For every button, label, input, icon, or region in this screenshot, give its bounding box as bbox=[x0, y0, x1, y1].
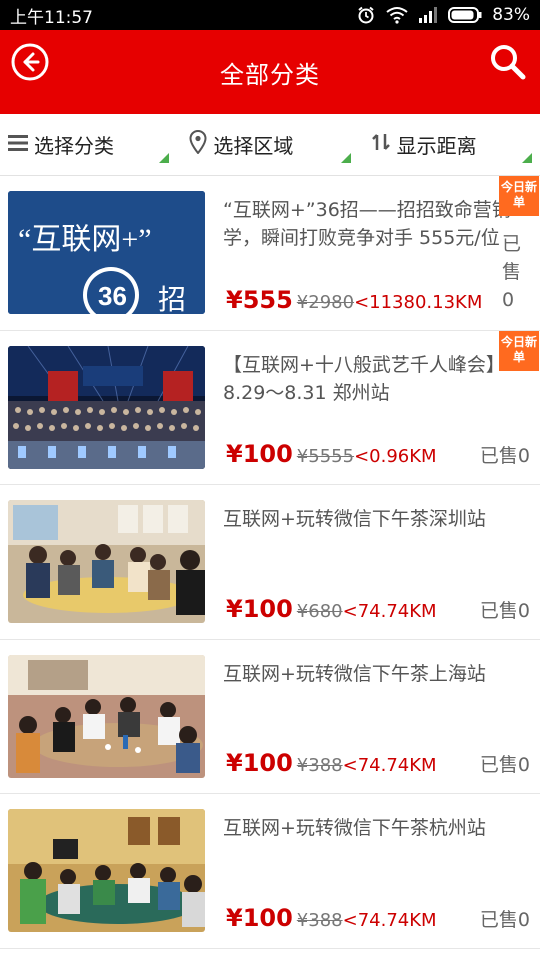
item-original-price: ¥680 bbox=[296, 600, 343, 622]
menu-icon bbox=[8, 133, 28, 157]
item-thumbnail bbox=[8, 500, 205, 623]
item-sold: 已售0 bbox=[479, 599, 530, 622]
item-price: ¥555 bbox=[226, 285, 293, 314]
search-icon bbox=[489, 43, 527, 85]
item-price: ¥100 bbox=[226, 749, 293, 777]
price-row: ¥100 ¥680 <74.74KM bbox=[226, 595, 437, 623]
battery-icon bbox=[448, 7, 482, 23]
item-original-price: ¥5555 bbox=[296, 446, 355, 467]
list-item[interactable]: “互联网+” 36 招 “互联网+”36招——招招致命营销学，瞬间打败竞争对手 … bbox=[0, 176, 540, 331]
item-thumbnail bbox=[8, 809, 205, 932]
page-title: 全部分类 bbox=[220, 60, 320, 89]
item-distance: <74.74KM bbox=[342, 600, 437, 622]
app-header: 全部分类 bbox=[0, 30, 540, 114]
filter-bar: 选择分类 选择区域 显示距离 bbox=[0, 114, 540, 176]
item-title: 互联网+玩转微信下午茶上海站 bbox=[223, 662, 486, 685]
dropdown-triangle-icon bbox=[340, 153, 351, 163]
item-distance: <11380.13KM bbox=[354, 291, 483, 313]
back-arrow-icon bbox=[10, 42, 50, 86]
filter-category[interactable]: 选择分类 bbox=[0, 114, 177, 175]
item-distance: <74.74KM bbox=[342, 909, 437, 931]
item-price: ¥100 bbox=[226, 903, 293, 932]
location-pin-icon bbox=[189, 129, 207, 159]
item-distance: <74.74KM bbox=[342, 755, 437, 776]
item-title: 互联网+玩转微信下午茶深圳站 bbox=[223, 508, 486, 530]
back-button[interactable] bbox=[10, 42, 50, 86]
signal-icon bbox=[418, 7, 438, 23]
item-title: “互联网+”36招——招招致命营销学，瞬间打败竞争对手 555元/位 bbox=[223, 199, 511, 249]
dropdown-triangle-icon bbox=[159, 153, 170, 163]
list-item[interactable]: 互联网+玩转微信下午茶杭州站 ¥100 ¥388 <74.74KM 已售0 bbox=[0, 794, 540, 949]
new-deal-badge: 今日新单 bbox=[499, 176, 539, 216]
item-thumbnail bbox=[8, 345, 205, 469]
battery-percent: 83% bbox=[492, 5, 530, 25]
item-sold: 已售0 bbox=[479, 445, 530, 467]
item-sold: 已售0 bbox=[479, 754, 530, 776]
thumb-text: “互联网+” bbox=[18, 223, 152, 256]
thumb-number: 36 bbox=[98, 281, 127, 311]
status-icons: 83% bbox=[356, 5, 530, 25]
alarm-icon bbox=[356, 5, 376, 25]
item-distance: <0.96KM bbox=[354, 446, 437, 467]
list-item[interactable]: 【互联网+十八般武艺千人峰会】8.29～8.31 郑州站 ¥100 ¥5555 … bbox=[0, 330, 540, 485]
filter-category-label: 选择分类 bbox=[34, 134, 114, 158]
filter-area[interactable]: 选择区域 bbox=[177, 114, 358, 175]
thumb-char: 招 bbox=[158, 284, 186, 314]
price-row: ¥100 ¥388 <74.74KM bbox=[226, 904, 437, 932]
item-original-price: ¥388 bbox=[296, 755, 343, 776]
wifi-icon bbox=[386, 6, 408, 24]
item-thumbnail bbox=[8, 654, 205, 778]
item-price: ¥100 bbox=[226, 594, 293, 623]
item-thumbnail: “互联网+” 36 招 bbox=[8, 191, 205, 314]
deal-list: “互联网+” 36 招 “互联网+”36招——招招致命营销学，瞬间打败竞争对手 … bbox=[0, 176, 540, 949]
filter-distance[interactable]: 显示距离 bbox=[359, 114, 540, 175]
status-time: 上午11:57 bbox=[10, 7, 93, 28]
item-original-price: ¥2980 bbox=[296, 291, 355, 313]
sort-arrows-icon bbox=[371, 132, 391, 157]
search-button[interactable] bbox=[488, 44, 528, 84]
price-row: ¥555 ¥2980 <11380.13KM bbox=[226, 286, 482, 314]
dropdown-triangle-icon bbox=[521, 153, 532, 163]
price-row: ¥100 ¥388 <74.74KM bbox=[226, 749, 437, 777]
item-sold: 已售0 bbox=[502, 232, 522, 311]
list-item[interactable]: 互联网+玩转微信下午茶深圳站 ¥100 ¥680 <74.74KM 已售0 bbox=[0, 485, 540, 640]
filter-distance-label: 显示距离 bbox=[396, 134, 477, 158]
item-title: 【互联网+十八般武艺千人峰会】8.29～8.31 郑州站 bbox=[223, 353, 505, 404]
filter-area-label: 选择区域 bbox=[213, 134, 294, 158]
item-original-price: ¥388 bbox=[296, 909, 343, 931]
item-title: 互联网+玩转微信下午茶杭州站 bbox=[223, 817, 486, 839]
price-row: ¥100 ¥5555 <0.96KM bbox=[226, 440, 437, 468]
new-deal-badge: 今日新单 bbox=[499, 330, 539, 371]
status-bar: 上午11:57 83% bbox=[0, 0, 540, 30]
list-item[interactable]: 互联网+玩转微信下午茶上海站 ¥100 ¥388 <74.74KM 已售0 bbox=[0, 639, 540, 794]
item-sold: 已售0 bbox=[479, 908, 530, 931]
item-price: ¥100 bbox=[226, 440, 293, 468]
